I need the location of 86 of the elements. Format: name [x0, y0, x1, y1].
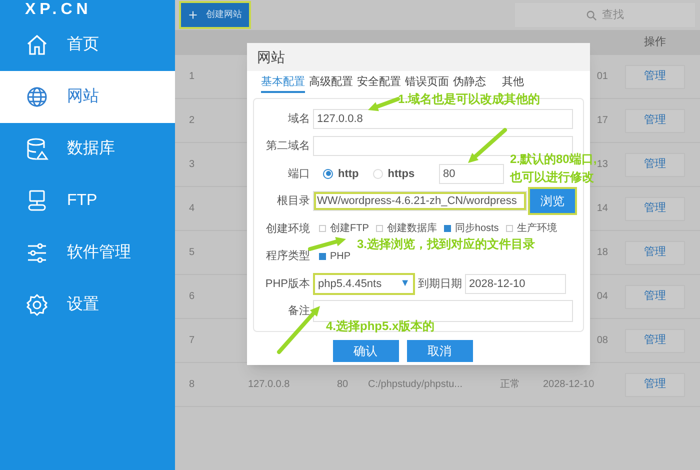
- expiry-date-field[interactable]: 2028-12-10: [465, 274, 566, 294]
- table-cell: 80: [337, 379, 348, 390]
- table-cell: 正常: [500, 379, 520, 390]
- dropdown-arrow: ▼: [400, 277, 410, 292]
- table-cell: 2: [189, 115, 195, 126]
- table-cell: 8: [189, 379, 195, 390]
- table-cell: 18: [596, 247, 608, 258]
- table-cell: 2028-12-10: [543, 379, 594, 390]
- field-label: 创建环境: [265, 222, 311, 236]
- domain-field[interactable]: 127.0.0.8: [313, 108, 573, 129]
- annotation-arrow: [368, 97, 400, 112]
- annotation-text: 2.默认的80端口, 也可以进行修改: [510, 151, 597, 186]
- search-field[interactable]: 查找: [515, 3, 695, 27]
- table-cell: 127.0.0.8: [248, 379, 290, 390]
- annotation-text: 3.选择浏览，找到对应的文件目录: [357, 236, 536, 253]
- plus-icon: [188, 10, 198, 20]
- browse-button[interactable]: 浏览: [530, 189, 575, 214]
- table-cell: 13: [596, 159, 608, 170]
- radio-option[interactable]: https: [372, 166, 415, 182]
- confirm-button[interactable]: 确认: [332, 340, 398, 362]
- sidebar-item[interactable]: 设置: [0, 279, 175, 331]
- checkbox-option[interactable]: PHP: [319, 248, 351, 264]
- manage-button[interactable]: 管理: [625, 196, 685, 220]
- annotation-text: 1.域名也是可以改成其他的: [398, 91, 540, 108]
- dialog-tab[interactable]: 基本配置: [261, 74, 305, 93]
- annotation-arrow: [277, 306, 320, 354]
- create-site-button[interactable]: 创建网站: [181, 3, 249, 27]
- manage-button[interactable]: 管理: [625, 64, 685, 88]
- search-placeholder: 查找: [602, 8, 624, 23]
- globe-icon: [25, 85, 49, 109]
- root-directory-field[interactable]: WW/wordpress-4.6.21-zh_CN/wordpress: [313, 191, 527, 212]
- search-icon: [586, 10, 597, 20]
- gear-icon: [25, 293, 49, 317]
- dialog-tab[interactable]: 其他: [490, 74, 524, 93]
- checkbox-option[interactable]: 同步hosts: [444, 221, 499, 236]
- sidebar-item[interactable]: 网站: [0, 71, 175, 123]
- checkbox-option[interactable]: 生产环境: [506, 221, 557, 236]
- database-icon: [25, 137, 49, 161]
- dialog-tab[interactable]: 高级配置: [309, 74, 353, 93]
- dialog-tab[interactable]: 错误页面: [405, 74, 449, 93]
- manage-button[interactable]: 管理: [625, 108, 685, 132]
- sidebar-item[interactable]: FTP: [0, 175, 175, 227]
- table-cell: 17: [596, 115, 608, 126]
- radio-option[interactable]: http: [323, 166, 359, 182]
- table-cell: 4: [189, 203, 195, 214]
- table-cell: 04: [596, 291, 608, 302]
- manage-button[interactable]: 管理: [625, 328, 685, 352]
- field-label: 根目录: [276, 194, 311, 209]
- dialog-tab[interactable]: 伪静态: [453, 74, 486, 93]
- dialog-title: 网站: [247, 43, 590, 71]
- table-cell: C:/phpstudy/phpstu...: [368, 379, 463, 390]
- field-label: 域名: [287, 112, 311, 126]
- manage-button[interactable]: 管理: [625, 372, 685, 396]
- table-cell: 01: [596, 71, 608, 82]
- table-cell: 6: [189, 291, 195, 302]
- table-cell: 5: [189, 247, 195, 258]
- field-label: 端口: [287, 166, 311, 182]
- cancel-button[interactable]: 取消: [406, 340, 472, 362]
- table-cell: 14: [596, 203, 608, 214]
- port-field[interactable]: 80: [439, 164, 504, 184]
- annotation-arrow: [308, 237, 346, 251]
- field-label: PHP版本: [264, 276, 311, 292]
- php-version-select[interactable]: php5.4.45nts ▼: [313, 272, 415, 295]
- sliders-icon: [25, 241, 49, 265]
- field-label: 备注: [287, 304, 311, 319]
- sidebar-item[interactable]: 数据库: [0, 123, 175, 175]
- annotation-arrow: [468, 128, 507, 163]
- sidebar-item[interactable]: 首页: [0, 19, 175, 71]
- table-cell: 7: [189, 335, 195, 346]
- house-icon: [25, 33, 49, 57]
- app-logo: XP.CN: [24, 0, 93, 19]
- column-header: 操作: [644, 36, 666, 48]
- table-cell: 3: [189, 159, 195, 170]
- dialog-tab[interactable]: 安全配置: [357, 74, 401, 93]
- sidebar-item[interactable]: 软件管理: [0, 227, 175, 279]
- annotation-text: 4.选择php5.x版本的: [326, 318, 435, 335]
- checkbox-option[interactable]: 创建FTP: [319, 221, 369, 236]
- field-label: 程序类型: [265, 248, 311, 264]
- table-cell: 1: [189, 71, 195, 82]
- checkbox-option[interactable]: 创建数据库: [376, 221, 437, 236]
- manage-button[interactable]: 管理: [625, 284, 685, 308]
- field-label: 到期日期: [417, 276, 463, 292]
- table-cell: 08: [596, 335, 608, 346]
- manage-button[interactable]: 管理: [625, 240, 685, 264]
- field-label: 第二域名: [265, 139, 311, 154]
- manage-button[interactable]: 管理: [625, 152, 685, 176]
